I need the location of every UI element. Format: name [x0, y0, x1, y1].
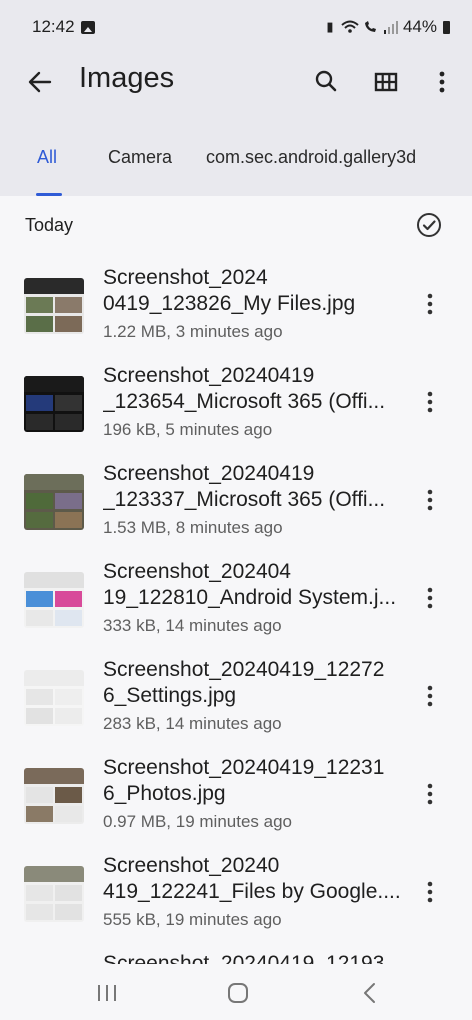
file-thumbnail — [24, 572, 84, 628]
list-item[interactable]: Screenshot_20240 419_122241_Files by Goog… — [0, 846, 472, 944]
file-name: Screenshot_20240419_12272 6_Settings.jpg — [103, 658, 385, 707]
tab-camera[interactable]: Camera — [108, 138, 172, 196]
select-all-button[interactable] — [414, 210, 444, 240]
section-header: Today — [0, 200, 472, 252]
section-title: Today — [25, 215, 74, 235]
page-title: Images — [79, 62, 175, 94]
item-more-button[interactable] — [414, 680, 446, 712]
item-more-button[interactable] — [414, 288, 446, 320]
file-name: Screenshot_20240 419_122241_Files by Goog… — [103, 854, 401, 903]
file-thumbnail — [24, 768, 84, 824]
status-bar: 12:42 ▮ 44% — [0, 0, 472, 54]
more-vert-icon — [427, 391, 433, 413]
file-thumbnail — [24, 866, 84, 922]
status-indicators: ▮ 44% — [323, 17, 450, 37]
file-thumbnail — [24, 670, 84, 726]
check-circle-icon — [417, 213, 441, 237]
file-list: Screenshot_2024 0419_123826_My Files.jpg … — [0, 258, 472, 964]
file-meta: 1.53 MB, 8 minutes ago — [103, 518, 283, 537]
more-vert-icon — [427, 293, 433, 315]
battery-percent: 44% — [402, 17, 437, 36]
item-more-button[interactable] — [414, 582, 446, 614]
file-thumbnail — [24, 474, 84, 530]
list-item[interactable]: Screenshot_2024 0419_123826_My Files.jpg … — [0, 258, 472, 356]
arrow-left-icon — [28, 71, 52, 93]
home-button[interactable] — [218, 978, 258, 1008]
file-meta: 196 kB, 5 minutes ago — [103, 420, 273, 439]
file-name: Screenshot_2024 0419_123826_My Files.jpg — [103, 266, 356, 315]
wifi-icon — [341, 20, 359, 33]
list-item[interactable]: Screenshot_20240419_12272 6_Settings.jpg … — [0, 650, 472, 748]
file-meta: 1.22 MB, 3 minutes ago — [103, 322, 283, 341]
list-item[interactable]: Screenshot_20240419_12193 — [0, 944, 472, 964]
app-header: 12:42 ▮ 44% Images All Camera com.sec.an… — [0, 0, 472, 196]
file-name: Screenshot_20240419_12231 6_Photos.jpg — [103, 756, 385, 805]
file-name: Screenshot_202404 19_122810_Android Syste… — [103, 560, 397, 609]
back-button[interactable] — [24, 66, 56, 98]
gallery-notification-icon — [81, 21, 95, 34]
item-more-button[interactable] — [414, 876, 446, 908]
more-vert-icon — [427, 685, 433, 707]
item-more-button[interactable] — [414, 484, 446, 516]
more-vert-icon — [427, 489, 433, 511]
file-meta: 283 kB, 14 minutes ago — [103, 714, 282, 733]
file-name: Screenshot_20240419_12193 — [103, 952, 385, 964]
more-vert-icon — [427, 783, 433, 805]
search-button[interactable] — [308, 64, 344, 100]
app-bar: Images — [0, 54, 472, 110]
file-name: Screenshot_20240419 _123654_Microsoft 365… — [103, 364, 386, 413]
file-meta: 555 kB, 19 minutes ago — [103, 910, 282, 929]
list-item[interactable]: Screenshot_20240419 _123337_Microsoft 365… — [0, 454, 472, 552]
recent-apps-icon — [98, 985, 116, 1001]
file-meta: 333 kB, 14 minutes ago — [103, 616, 282, 635]
tab-gallery3d[interactable]: com.sec.android.gallery3d — [206, 138, 416, 196]
file-thumbnail — [24, 278, 84, 334]
battery-icon — [443, 20, 450, 34]
signal-icon — [383, 21, 398, 34]
lock-icon: ▮ — [326, 19, 334, 34]
home-icon — [228, 983, 248, 1003]
filter-tabs: All Camera com.sec.android.gallery3d — [0, 138, 472, 196]
grid-view-button[interactable] — [368, 64, 404, 100]
system-back-button[interactable] — [350, 978, 390, 1008]
list-item[interactable]: Screenshot_202404 19_122810_Android Syste… — [0, 552, 472, 650]
list-item[interactable]: Screenshot_20240419_12231 6_Photos.jpg 0.… — [0, 748, 472, 846]
active-tab-indicator — [36, 193, 62, 196]
file-meta: 0.97 MB, 19 minutes ago — [103, 812, 293, 831]
system-navigation-bar — [0, 964, 472, 1020]
file-thumbnail — [24, 376, 84, 432]
file-name: Screenshot_20240419 _123337_Microsoft 365… — [103, 462, 386, 511]
wifi-calling-icon — [364, 21, 376, 32]
recent-apps-button[interactable] — [87, 978, 127, 1008]
more-vert-icon — [427, 587, 433, 609]
tab-all[interactable]: All — [37, 138, 57, 196]
item-more-button[interactable] — [414, 778, 446, 810]
more-vert-icon — [439, 71, 445, 93]
list-item[interactable]: Screenshot_20240419 _123654_Microsoft 365… — [0, 356, 472, 454]
item-more-button[interactable] — [414, 386, 446, 418]
status-time: 12:42 — [32, 17, 75, 36]
grid-icon — [374, 72, 398, 92]
more-options-button[interactable] — [424, 64, 460, 100]
chevron-left-icon — [364, 983, 375, 1003]
search-icon — [315, 70, 337, 92]
more-vert-icon — [427, 881, 433, 903]
